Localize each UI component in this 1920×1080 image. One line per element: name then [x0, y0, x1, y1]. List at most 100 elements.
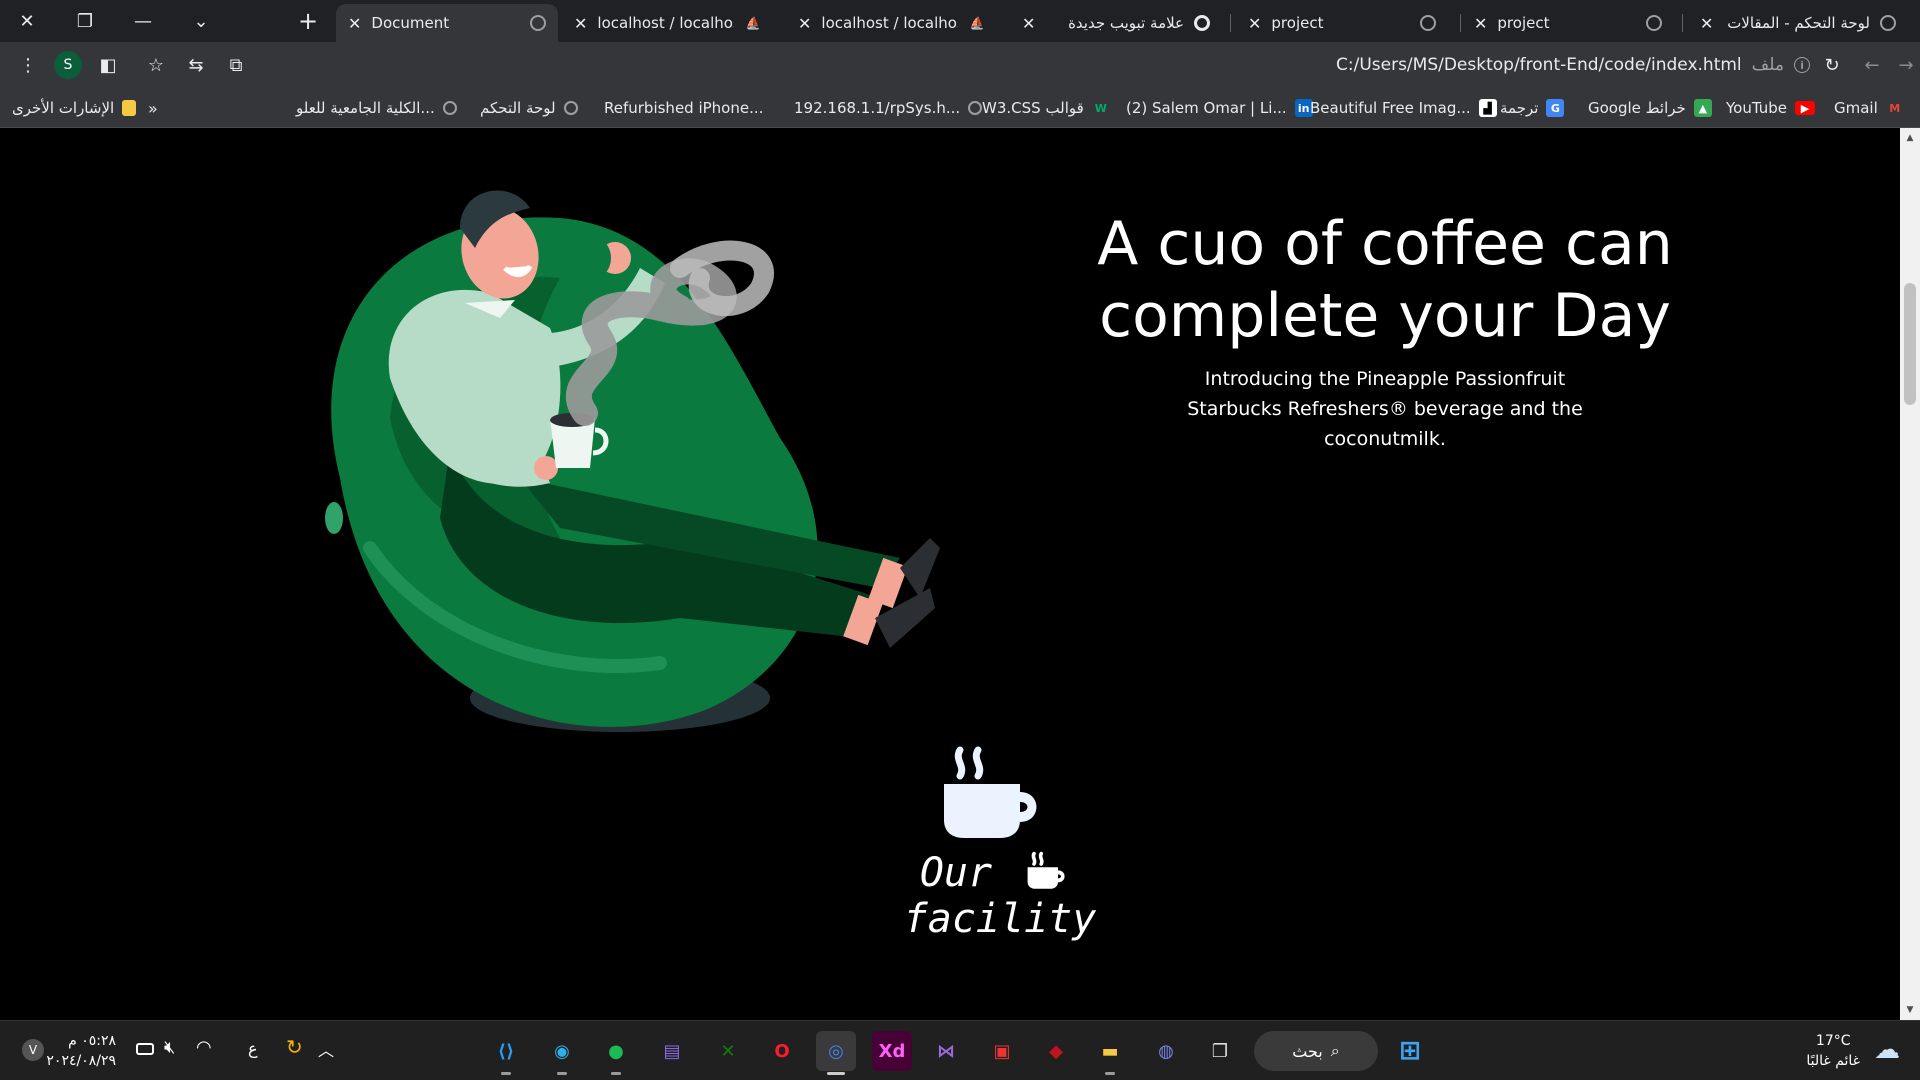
bookmark-item[interactable]: لوحة التحكم — [480, 97, 578, 119]
url-text[interactable]: C:/Users/MS/Desktop/front-End/code/index… — [1336, 55, 1742, 75]
search-icon: ⌕ — [1330, 1041, 1340, 1060]
scroll-down-arrow-icon[interactable]: ▼ — [1900, 1002, 1920, 1018]
tab-search-button[interactable]: ⌄ — [176, 0, 226, 42]
vscode-icon[interactable]: ⟨⟩ — [486, 1031, 526, 1075]
app-icon-red[interactable]: ◆ — [1036, 1031, 1076, 1071]
start-windows-icon[interactable]: ⊞ — [1390, 1031, 1430, 1071]
bookmark-item[interactable]: ترجمة G — [1500, 97, 1565, 119]
tab-dashboard-articles[interactable]: ✕ لوحة التحكم - المقالات — [1688, 4, 1908, 42]
tab-title: project — [1271, 14, 1324, 32]
tab-localhost-1[interactable]: ✕ localhost / localhost | ⛵ — [562, 4, 774, 42]
coffee-man-illustration — [325, 190, 940, 732]
menu-kebab-icon[interactable]: ⋮ — [14, 51, 42, 79]
bookmark-item[interactable]: Gmail M — [1834, 97, 1904, 119]
bookmark-label: ترجمة — [1500, 99, 1539, 117]
battery-icon[interactable] — [136, 1043, 154, 1055]
bookmark-item[interactable]: W3.CSS قوالب W — [982, 97, 1110, 119]
xbox-icon[interactable]: ✕ — [708, 1031, 748, 1071]
bookmark-item[interactable]: الكلية الجامعية للعلو... — [296, 97, 457, 119]
clapper-icon[interactable]: ▤ — [652, 1031, 692, 1071]
browser-toolbar: ⋮ S ◧ ☆ ⇆ ⧉ C:/Users/MS/Desktop/front-En… — [0, 42, 1920, 88]
chevron-up-icon[interactable]: ︿ — [318, 1037, 334, 1061]
bookmark-item[interactable]: Refurbished iPhone... — [604, 97, 789, 119]
volume-muted-icon[interactable]: 🔇︎ — [164, 1037, 175, 1058]
address-bar[interactable]: C:/Users/MS/Desktop/front-End/code/index… — [1336, 51, 1810, 79]
visual-studio-icon[interactable]: ⋈ — [926, 1031, 966, 1071]
scroll-thumb[interactable] — [1904, 283, 1916, 405]
translate-page-icon[interactable]: ⧉ — [222, 51, 250, 79]
unsplash-icon: ▟ — [1478, 99, 1497, 117]
profile-avatar[interactable]: S — [54, 51, 82, 79]
wifi-icon[interactable]: ◠ — [196, 1037, 212, 1058]
notification-badge[interactable]: V — [22, 1039, 44, 1061]
share-icon[interactable]: ⇆ — [182, 51, 210, 79]
bookmark-star-icon[interactable]: ☆ — [142, 51, 170, 79]
system-clock[interactable]: ٠٥:٢٨ م ٢٠٢٤/٠٨/٢٩ — [46, 1031, 116, 1071]
bookmark-item[interactable]: Beautiful Free Imag... ▟ — [1310, 97, 1497, 119]
page-scrollbar[interactable]: ▲ ▼ — [1900, 128, 1920, 1020]
tab-close-icon[interactable]: ✕ — [574, 14, 587, 33]
xd-icon[interactable]: Xd — [872, 1031, 912, 1071]
search-label: بحث — [1292, 1041, 1323, 1061]
side-panel-icon[interactable]: ◧ — [94, 51, 122, 79]
globe-icon — [1420, 15, 1436, 31]
tab-close-icon[interactable]: ✕ — [1474, 14, 1487, 33]
tab-title: لوحة التحكم - المقالات — [1727, 14, 1870, 32]
chrome-icon — [1194, 15, 1210, 31]
weather-temp: 17°C — [1815, 1033, 1851, 1049]
tab-separator — [1682, 14, 1683, 32]
weather-widget[interactable]: 17°C غائم غالبًا — [1806, 1031, 1860, 1071]
tab-close-icon[interactable]: ✕ — [798, 14, 811, 33]
teams-icon[interactable]: ◍ — [1146, 1031, 1186, 1071]
close-window-button[interactable]: ✕ — [2, 0, 52, 42]
tab-document[interactable]: ✕ Document — [336, 4, 558, 42]
language-indicator[interactable]: ع — [248, 1039, 258, 1058]
cloud-icon: ☁ — [1874, 1035, 1900, 1065]
coffee-cup-icon — [944, 746, 1037, 838]
bookmark-label: YouTube — [1726, 99, 1787, 117]
facility-word-our: Our — [919, 850, 993, 896]
app-icon[interactable]: ▣ — [982, 1031, 1022, 1071]
tab-project-1[interactable]: ✕ project — [1236, 4, 1448, 42]
new-tab-button[interactable]: + — [290, 4, 326, 38]
weather-condition: غائم غالبًا — [1806, 1053, 1860, 1069]
tab-close-icon[interactable]: ✕ — [1700, 14, 1713, 33]
page-content: A cuo of coffee can complete your Day In… — [0, 128, 1900, 1020]
scroll-up-arrow-icon[interactable]: ▲ — [1900, 130, 1920, 146]
bookmark-item[interactable]: Google خرائط ▲ — [1588, 97, 1712, 119]
w3-icon: W — [1094, 101, 1107, 115]
phpmyadmin-icon: ⛵ — [969, 16, 985, 30]
tab-title: project — [1497, 14, 1550, 32]
reload-icon[interactable]: ↻ — [1818, 51, 1846, 79]
info-icon[interactable]: i — [1794, 57, 1810, 73]
bookmark-item[interactable]: YouTube ▶ — [1726, 97, 1815, 119]
taskbar-search[interactable]: بحث ⌕ — [1254, 1031, 1378, 1071]
tab-close-icon[interactable]: ✕ — [1248, 14, 1261, 33]
tab-close-icon[interactable]: ✕ — [348, 14, 361, 33]
tab-close-icon[interactable]: ✕ — [1022, 14, 1035, 33]
tab-new-tab[interactable]: ✕ علامة تبويب جديدة — [1010, 4, 1222, 42]
tab-project-2[interactable]: ✕ project — [1462, 4, 1674, 42]
bookmarks-overflow-button[interactable]: » — [148, 97, 158, 119]
chrome-icon[interactable]: ◎ — [816, 1031, 856, 1075]
clock-time: ٠٥:٢٨ م — [68, 1033, 116, 1049]
opera-icon[interactable]: O — [762, 1031, 802, 1071]
spotify-icon[interactable]: ● — [596, 1031, 636, 1075]
tab-localhost-2[interactable]: ✕ localhost / localhost / ⛵ — [786, 4, 998, 42]
bookmark-label: W3.CSS قوالب — [982, 99, 1084, 117]
minimize-window-button[interactable]: — — [118, 0, 168, 42]
tab-bar: ✕ ❐ — ⌄ + ✕ Document ✕ localhost / local… — [0, 0, 1920, 42]
bookmark-label: Google خرائط — [1588, 99, 1686, 117]
bookmark-item[interactable]: (2) Salem Omar | Li... in — [1126, 97, 1313, 119]
forward-arrow-icon[interactable]: → — [1892, 51, 1920, 79]
restore-window-button[interactable]: ❐ — [60, 0, 110, 42]
sync-icon[interactable]: ↻ — [286, 1035, 303, 1059]
file-explorer-icon[interactable]: ▬ — [1090, 1031, 1130, 1075]
back-arrow-icon[interactable]: ← — [1858, 51, 1886, 79]
task-view-icon[interactable]: ❐ — [1200, 1031, 1240, 1071]
edge-icon[interactable]: ◉ — [542, 1031, 582, 1075]
translate-icon: G — [1546, 99, 1565, 117]
other-bookmarks-folder[interactable]: الإشارات الأخرى — [12, 97, 137, 119]
tab-separator — [1460, 14, 1461, 32]
bookmark-item[interactable]: 192.168.1.1/rpSys.h... — [794, 97, 983, 119]
